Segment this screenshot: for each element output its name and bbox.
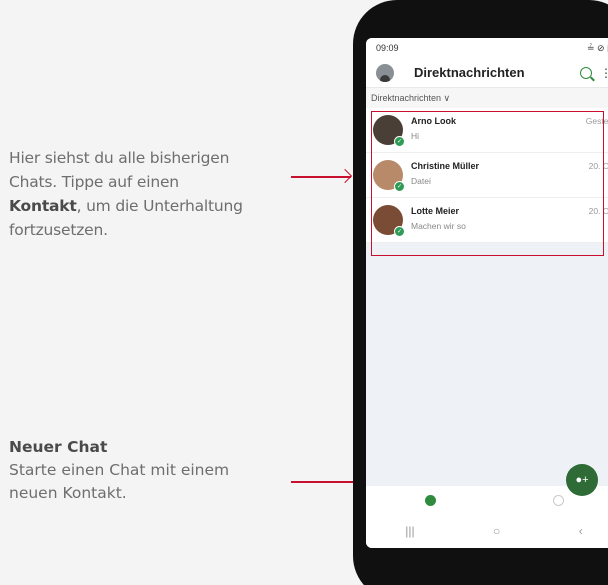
status-bar: 09:09 ≟ ⊘ ▮ — [366, 38, 608, 58]
chat-plus-icon: ●+ — [575, 474, 589, 486]
list-filter-dropdown[interactable]: Direktnachrichten ∨ — [366, 88, 608, 108]
new-chat-title: Neuer Chat — [9, 438, 108, 456]
intro-line-1: Hier siehst du alle bisherigen — [9, 149, 230, 167]
profile-avatar[interactable] — [376, 63, 394, 82]
intro-line-3: Kontakt, um die Unterhaltung — [9, 194, 289, 218]
new-chat-text-1: Starte einen Chat mit einem — [9, 461, 230, 479]
more-icon[interactable]: ⋮ — [600, 66, 608, 80]
intro-line-3-rest: , um die Unterhaltung — [76, 197, 243, 215]
chat-nav-icon[interactable] — [424, 494, 436, 506]
intro-line-2: Chats. Tippe auf einen — [9, 173, 179, 191]
new-chat-explanation: Neuer Chat Starte einen Chat mit einem n… — [9, 436, 289, 505]
status-time: 09:09 — [376, 43, 399, 53]
page-title: Direktnachrichten — [414, 65, 525, 80]
new-chat-text-2: neuen Kontakt. — [9, 484, 127, 502]
chat-list-explanation: Hier siehst du alle bisherigen Chats. Ti… — [9, 146, 289, 242]
new-chat-button[interactable]: ●+ — [566, 464, 598, 496]
status-icons: ≟ ⊘ ▮ — [586, 42, 608, 53]
phone-frame: 09:09 ≟ ⊘ ▮ Direktnachrichten ⋮ Direktna… — [353, 0, 608, 585]
search-icon[interactable] — [580, 66, 592, 79]
arrow-head-list — [337, 168, 353, 184]
back-icon[interactable]: ‹ — [579, 524, 583, 538]
intro-bold: Kontakt — [9, 197, 77, 215]
system-nav-bar: ||| ○ ‹ — [366, 514, 608, 548]
app-bar: Direktnachrichten ⋮ — [366, 58, 608, 88]
intro-line-4: fortzusetzen. — [9, 221, 108, 239]
recent-apps-icon[interactable]: ||| — [405, 524, 414, 538]
home-icon[interactable]: ○ — [493, 524, 500, 538]
contacts-nav-icon[interactable] — [552, 494, 564, 506]
chat-list-highlight — [371, 111, 604, 256]
